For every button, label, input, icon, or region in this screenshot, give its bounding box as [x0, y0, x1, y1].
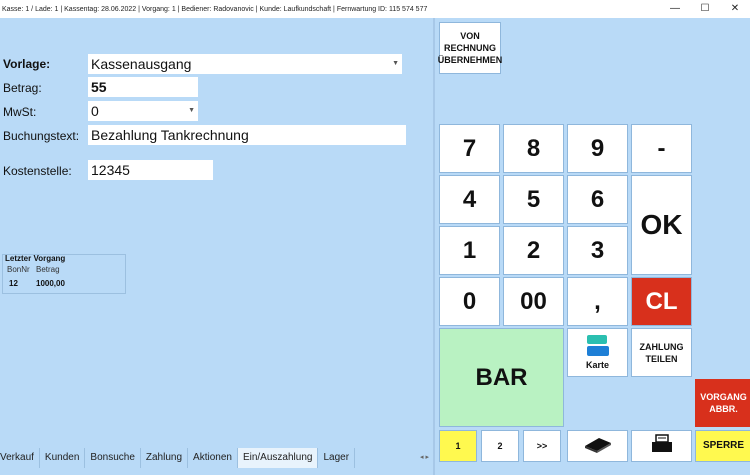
bottom-tab-bar: Verkauf Kunden Bonsuche Zahlung Aktionen… [0, 448, 433, 468]
drawer-button[interactable] [567, 430, 628, 462]
ok-button[interactable]: OK [631, 175, 692, 275]
mwst-label: MwSt: [3, 105, 37, 119]
key-8-button[interactable]: 8 [503, 124, 564, 173]
tab-scroll-arrows-icon[interactable]: ◂ ▸ [420, 448, 429, 468]
last-transaction-title: Letzter Vorgang [5, 254, 66, 263]
vorlage-value: Kassenausgang [91, 56, 192, 72]
dropdown-arrow-icon[interactable]: ▼ [188, 101, 195, 121]
last-transaction-box: Letzter Vorgang BonNr Betrag 12 1000,00 [2, 254, 126, 294]
key-5-button[interactable]: 5 [503, 175, 564, 224]
betrag-value: 1000,00 [36, 279, 65, 288]
book-icon [583, 434, 613, 459]
tab-kunden[interactable]: Kunden [40, 448, 86, 468]
tab-ein-auszahlung[interactable]: Ein/Auszahlung [237, 448, 319, 468]
tab-verkauf[interactable]: Verkauf [0, 448, 40, 468]
mwst-select[interactable]: 0 ▼ [88, 101, 198, 121]
buchungstext-label: Buchungstext: [3, 129, 80, 143]
mwst-value: 0 [91, 103, 99, 119]
bar-button[interactable]: BAR [439, 328, 564, 427]
key-9-button[interactable]: 9 [567, 124, 628, 173]
key-0-button[interactable]: 0 [439, 277, 500, 326]
bonnr-header: BonNr [7, 265, 30, 274]
bonnr-value: 12 [9, 279, 18, 288]
betrag-label: Betrag: [3, 81, 42, 95]
minimize-icon[interactable]: — [660, 0, 690, 18]
key-6-button[interactable]: 6 [567, 175, 628, 224]
tab-lager[interactable]: Lager [318, 448, 356, 468]
buchungstext-input[interactable]: Bezahlung Tankrechnung [88, 125, 406, 145]
vorlage-select[interactable]: Kassenausgang ▼ [88, 54, 402, 74]
key-00-button[interactable]: 00 [503, 277, 564, 326]
zahlung-teilen-button[interactable]: ZAHLUNG TEILEN [631, 328, 692, 377]
karte-button[interactable]: Karte [567, 328, 628, 377]
maximize-icon[interactable]: ☐ [690, 0, 720, 18]
betrag-header: Betrag [36, 265, 60, 274]
title-text: Kasse: 1 / Lade: 1 | Kassentag: 28.06.20… [2, 5, 428, 13]
key-1-button[interactable]: 1 [439, 226, 500, 275]
title-bar: Kasse: 1 / Lade: 1 | Kassentag: 28.06.20… [0, 0, 750, 18]
kostenstelle-label: Kostenstelle: [3, 164, 72, 178]
tab-aktionen[interactable]: Aktionen [188, 448, 238, 468]
key-7-button[interactable]: 7 [439, 124, 500, 173]
keypad-panel: VON RECHNUNG ÜBERNEHMEN 7 8 9 - 4 5 6 OK… [433, 18, 750, 475]
form-area: Vorlage: Kassenausgang ▼ Betrag: 55 MwSt… [0, 18, 433, 448]
card-payment-icon [586, 334, 609, 357]
kostenstelle-input[interactable]: 12345 [88, 160, 213, 180]
cl-button[interactable]: CL [631, 277, 692, 326]
dropdown-arrow-icon[interactable]: ▼ [392, 54, 399, 74]
betrag-input[interactable]: 55 [88, 77, 198, 97]
vorgang-abbr-button[interactable]: VORGANG ABBR. [695, 379, 750, 427]
tab-zahlung[interactable]: Zahlung [141, 448, 189, 468]
printer-icon [651, 433, 673, 459]
key-2-button[interactable]: 2 [503, 226, 564, 275]
von-rechnung-button[interactable]: VON RECHNUNG ÜBERNEHMEN [438, 22, 502, 74]
page-2-button[interactable]: 2 [481, 430, 519, 462]
key-4-button[interactable]: 4 [439, 175, 500, 224]
key-3-button[interactable]: 3 [567, 226, 628, 275]
sperre-button[interactable]: SPERRE [695, 430, 750, 462]
tab-bonsuche[interactable]: Bonsuche [85, 448, 141, 468]
page-next-button[interactable]: >> [523, 430, 561, 462]
minus-button[interactable]: - [631, 124, 692, 173]
comma-button[interactable]: , [567, 277, 628, 326]
window-controls: — ☐ ✕ [660, 0, 750, 18]
print-button[interactable] [631, 430, 692, 462]
vorlage-label: Vorlage: [3, 57, 51, 71]
close-icon[interactable]: ✕ [720, 0, 750, 18]
page-1-button[interactable]: 1 [439, 430, 477, 462]
karte-label: Karte [585, 359, 609, 370]
